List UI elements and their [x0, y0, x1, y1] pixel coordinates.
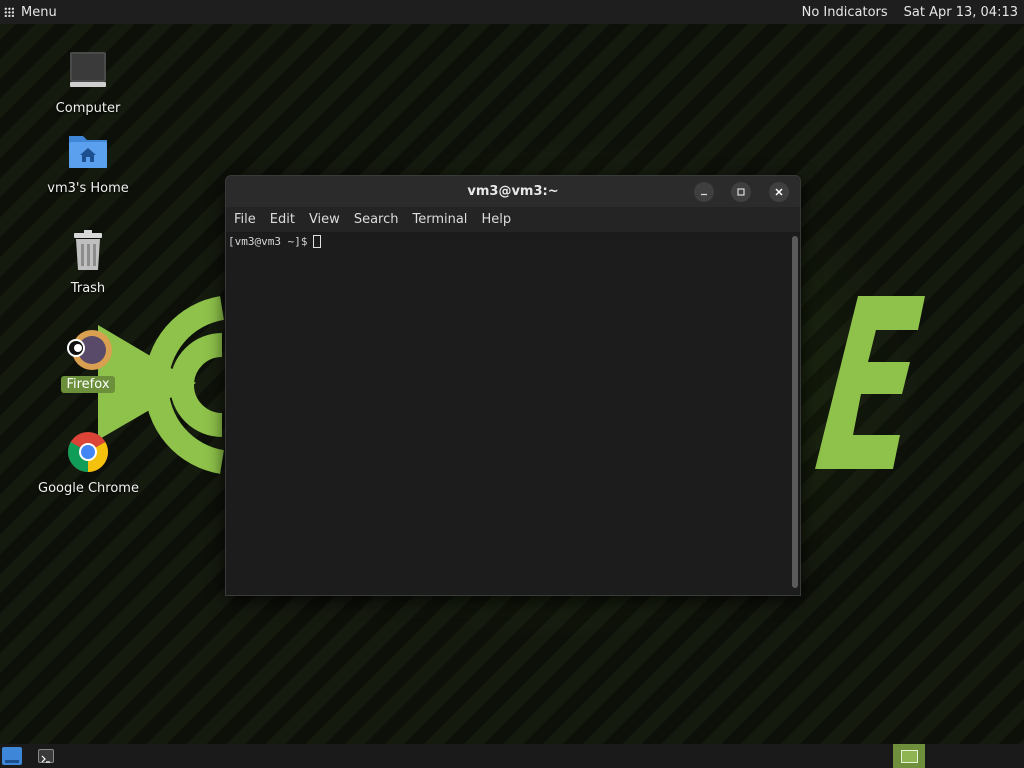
minimize-button[interactable]: [694, 182, 714, 202]
desktop-icon-firefox[interactable]: Firefox: [33, 326, 143, 393]
window-titlebar[interactable]: vm3@vm3:~: [226, 176, 800, 207]
desktop-icon-home[interactable]: vm3's Home: [33, 130, 143, 197]
menu-file[interactable]: File: [228, 210, 262, 229]
maximize-icon: [737, 188, 745, 196]
computer-icon: [64, 50, 112, 98]
app-grid-icon: [4, 7, 14, 17]
maximize-button[interactable]: [731, 182, 751, 202]
terminal-window[interactable]: vm3@vm3:~ File Edit View Search Terminal…: [225, 175, 801, 596]
bottom-panel: [0, 744, 1024, 768]
home-folder-icon: [64, 130, 112, 178]
close-icon: [775, 188, 783, 196]
top-panel: Menu No Indicators Sat Apr 13, 04:13: [0, 0, 1024, 24]
text-cursor: [313, 235, 322, 248]
menu-search[interactable]: Search: [348, 210, 405, 229]
desktop-icon-label: Trash: [70, 281, 106, 296]
terminal-menubar: File Edit View Search Terminal Help: [226, 207, 800, 233]
desktop-icon-label: Computer: [55, 101, 121, 116]
menu-edit[interactable]: Edit: [264, 210, 301, 229]
minimize-icon: [701, 193, 707, 196]
desktop-icon-trash[interactable]: Trash: [33, 230, 143, 297]
terminal-task-icon[interactable]: [38, 749, 54, 763]
indicators-applet[interactable]: No Indicators: [802, 5, 888, 20]
terminal-scrollbar[interactable]: [792, 236, 798, 588]
workspace-switcher-icon: [901, 750, 918, 763]
menu-view[interactable]: View: [303, 210, 346, 229]
terminal-prompt-line: [vm3@vm3 ~]$: [228, 234, 322, 249]
workspace-switcher[interactable]: [893, 744, 925, 768]
desktop-icon-label: Google Chrome: [38, 481, 139, 496]
menu-label: Menu: [21, 4, 57, 20]
menu-terminal[interactable]: Terminal: [406, 210, 473, 229]
shell-prompt: [vm3@vm3 ~]$: [228, 235, 308, 248]
trash-icon: [64, 230, 112, 278]
terminal-text-area[interactable]: [vm3@vm3 ~]$: [226, 233, 800, 595]
desktop-icon-label: vm3's Home: [47, 181, 129, 196]
clock[interactable]: Sat Apr 13, 04:13: [904, 5, 1018, 20]
menu-help[interactable]: Help: [475, 210, 517, 229]
menu-button[interactable]: Menu: [0, 0, 63, 24]
chrome-icon: [64, 430, 112, 478]
desktop-icon-chrome[interactable]: Google Chrome: [33, 430, 143, 497]
top-right-area: No Indicators Sat Apr 13, 04:13: [802, 5, 1024, 20]
close-button[interactable]: [769, 182, 789, 202]
firefox-icon: [64, 326, 112, 374]
desktop-icon-computer[interactable]: Computer: [33, 50, 143, 117]
window-title: vm3@vm3:~: [467, 184, 559, 199]
show-desktop-icon[interactable]: [2, 747, 22, 765]
terminal-prompt-icon: [41, 755, 50, 763]
desktop-icon-label: Firefox: [61, 376, 115, 393]
